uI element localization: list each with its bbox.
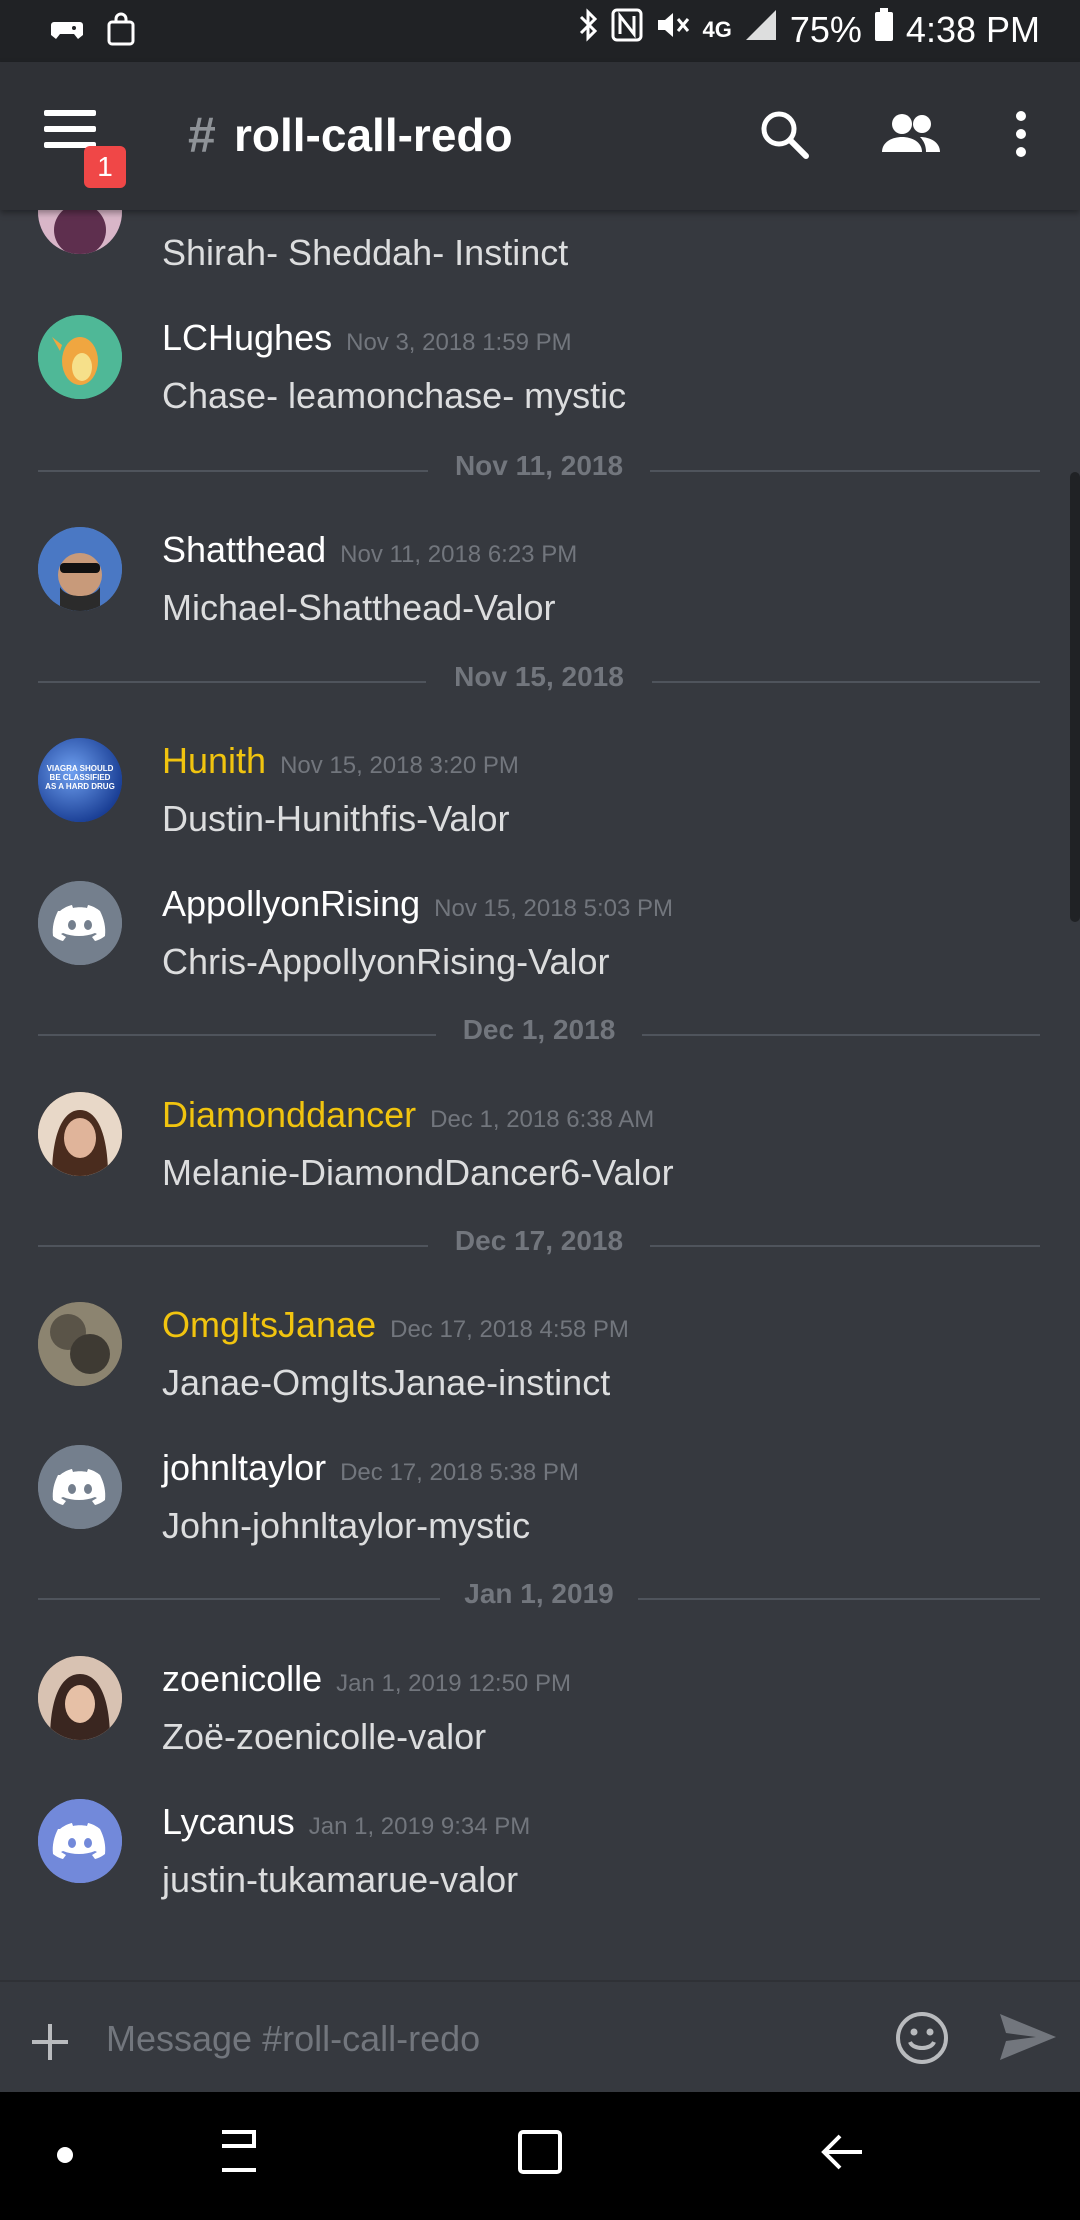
message-content: Michael-Shatthead-Valor — [162, 587, 556, 628]
scrollbar[interactable] — [1070, 472, 1080, 922]
navigation-bar — [0, 2092, 1080, 2220]
channel-name: roll-call-redo — [234, 109, 513, 161]
network-type: 4G — [702, 16, 732, 42]
message-content: Chris-AppollyonRising-Valor — [162, 941, 610, 982]
message-timestamp: Dec 17, 2018 5:38 PM — [340, 1459, 579, 1486]
dot-icon[interactable] — [56, 2146, 74, 2169]
battery-icon — [874, 8, 894, 51]
signal-icon — [744, 8, 778, 51]
message-author[interactable]: johnltaylor Dec 17, 2018 5:38 PM — [162, 1447, 579, 1489]
members-icon[interactable] — [880, 108, 942, 165]
date-divider-label: Nov 15, 2018 — [454, 661, 624, 692]
message-timestamp: Nov 15, 2018 5:03 PM — [434, 895, 673, 922]
avatar[interactable] — [38, 1799, 122, 1883]
date-divider: Nov 11, 2018 — [38, 450, 1040, 490]
avatar[interactable] — [38, 210, 122, 254]
search-icon[interactable] — [758, 108, 810, 165]
message-author[interactable]: LCHughes Nov 3, 2018 1:59 PM — [162, 317, 572, 359]
date-divider: Nov 15, 2018 — [38, 661, 1040, 701]
channel-hash: # — [188, 107, 216, 163]
clock: 4:38 PM — [905, 8, 1040, 50]
game-controller-icon — [50, 14, 84, 49]
avatar-caption: VIAGRA SHOULD BE CLASSIFIED AS A HARD DR… — [45, 764, 115, 791]
avatar[interactable] — [38, 1445, 122, 1529]
discord-logo-icon — [38, 881, 122, 965]
avatar[interactable] — [38, 881, 122, 965]
message-author[interactable]: OmgItsJanae Dec 17, 2018 4:58 PM — [162, 1304, 629, 1346]
nfc-icon — [611, 8, 643, 51]
message-content: justin-tukamarue-valor — [162, 1859, 519, 1900]
message-content: Chase- leamonchase- mystic — [162, 375, 627, 416]
discord-logo-icon — [38, 1799, 122, 1883]
message-author[interactable]: Shatthead Nov 11, 2018 6:23 PM — [162, 529, 577, 571]
message-input[interactable] — [104, 2006, 848, 2072]
date-divider-label: Dec 1, 2018 — [462, 1014, 616, 1045]
message-content: Zoë-zoenicolle-valor — [162, 1716, 487, 1757]
message-author[interactable]: Lycanus Jan 1, 2019 9:34 PM — [162, 1801, 530, 1843]
message-composer — [0, 1980, 1080, 2094]
send-icon[interactable] — [998, 2012, 1058, 2067]
channel-header: 1 # roll-call-redo — [0, 62, 1080, 210]
message-content: Dustin-Hunithfis-Valor — [162, 798, 510, 839]
message-timestamp: Nov 11, 2018 6:23 PM — [340, 541, 578, 568]
message-author[interactable]: zoenicolle Jan 1, 2019 12:50 PM — [162, 1658, 571, 1700]
avatar[interactable] — [38, 1092, 122, 1176]
battery-percent: 75% — [789, 8, 862, 50]
date-divider-label: Nov 11, 2018 — [454, 450, 624, 481]
avatar[interactable] — [38, 1302, 122, 1386]
notification-badge: 1 — [84, 146, 126, 188]
message-content: Janae-OmgItsJanae-instinct — [162, 1362, 611, 1403]
avatar[interactable]: VIAGRA SHOULD BE CLASSIFIED AS A HARD DR… — [38, 738, 122, 822]
date-divider: Jan 1, 2019 — [38, 1578, 1040, 1618]
message-list[interactable]: Shirah- Sheddah- Instinct LCHughes Nov 3,… — [0, 210, 1080, 1980]
message-content: John-johnltaylor-mystic — [162, 1505, 531, 1546]
avatar[interactable] — [38, 1656, 122, 1740]
message-author[interactable]: AppollyonRising Nov 15, 2018 5:03 PM — [162, 883, 673, 925]
emoji-icon[interactable] — [894, 2010, 950, 2071]
status-bar: 4G 75% 4:38 PM — [0, 0, 1080, 62]
home-icon[interactable] — [516, 2126, 566, 2181]
message-content: Shirah- Sheddah- Instinct — [162, 232, 569, 273]
discord-logo-icon — [38, 1445, 122, 1529]
message-timestamp: Jan 1, 2019 9:34 PM — [308, 1813, 531, 1840]
shopping-bag-icon — [106, 12, 136, 51]
message-timestamp: Nov 3, 2018 1:59 PM — [346, 329, 572, 356]
message-timestamp: Dec 1, 2018 6:38 AM — [430, 1106, 655, 1133]
message-author[interactable]: Diamonddancer Dec 1, 2018 6:38 AM — [162, 1094, 654, 1136]
mute-icon — [655, 8, 691, 51]
message-timestamp: Dec 17, 2018 4:58 PM — [390, 1316, 629, 1343]
plus-icon[interactable] — [30, 2004, 70, 2076]
message-timestamp: Jan 1, 2019 12:50 PM — [336, 1670, 571, 1697]
avatar[interactable] — [38, 315, 122, 399]
date-divider-label: Dec 17, 2018 — [454, 1225, 624, 1256]
bluetooth-icon — [577, 8, 599, 51]
message-content: Melanie-DiamondDancer6-Valor — [162, 1152, 674, 1193]
date-divider-label: Jan 1, 2019 — [464, 1578, 614, 1609]
date-divider: Dec 1, 2018 — [38, 1014, 1040, 1054]
message-timestamp: Nov 15, 2018 3:20 PM — [280, 752, 519, 779]
date-divider: Dec 17, 2018 — [38, 1225, 1040, 1265]
more-icon[interactable] — [1008, 108, 1034, 165]
message-author[interactable]: Hunith Nov 15, 2018 3:20 PM — [162, 740, 519, 782]
recents-icon[interactable] — [214, 2126, 264, 2181]
avatar[interactable] — [38, 527, 122, 611]
back-icon[interactable] — [818, 2126, 868, 2181]
